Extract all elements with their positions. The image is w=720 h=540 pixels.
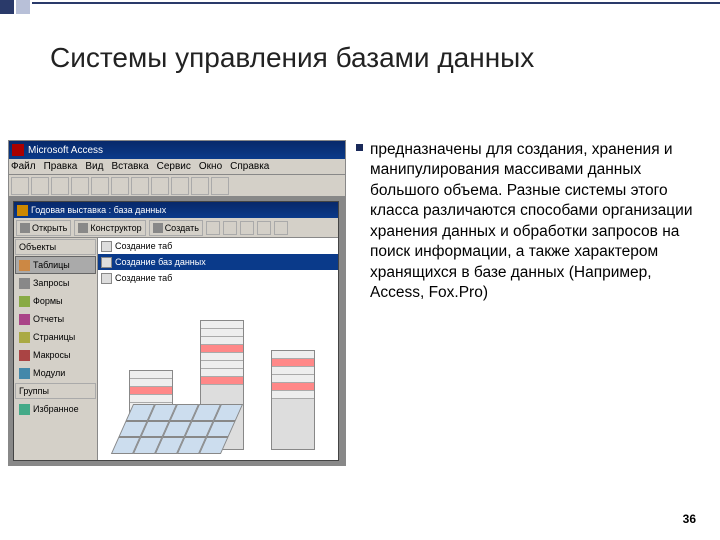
design-button[interactable]: Конструктор xyxy=(74,220,145,236)
objects-header: Объекты xyxy=(15,239,96,255)
slide-body-text: предназначены для создания, хранения и м… xyxy=(370,140,700,304)
toolbar-button[interactable] xyxy=(171,177,189,195)
favorites-icon xyxy=(19,404,30,415)
menu-tools[interactable]: Сервис xyxy=(157,161,191,172)
menu-insert[interactable]: Вставка xyxy=(111,161,148,172)
access-screenshot: Microsoft Access Файл Правка Вид Вставка… xyxy=(8,140,346,466)
delete-button[interactable] xyxy=(206,221,220,235)
sidebar-item-pages[interactable]: Страницы xyxy=(15,328,96,346)
database-window: Годовая выставка : база данных Открыть К… xyxy=(13,201,339,461)
sidebar-item-tables[interactable]: Таблицы xyxy=(15,256,96,274)
wizard-icon xyxy=(101,241,112,252)
db-toolbar[interactable]: Открыть Конструктор Создать xyxy=(14,218,338,238)
page-number: 36 xyxy=(683,512,696,526)
sidebar-item-queries[interactable]: Запросы xyxy=(15,274,96,292)
data-grid-illustration xyxy=(111,404,243,454)
reports-icon xyxy=(19,314,30,325)
view-large-icon[interactable] xyxy=(223,221,237,235)
menu-window[interactable]: Окно xyxy=(199,161,222,172)
toolbar-button[interactable] xyxy=(191,177,209,195)
bullet-icon xyxy=(356,144,363,151)
toolbar-button[interactable] xyxy=(151,177,169,195)
sidebar-item-modules[interactable]: Модули xyxy=(15,364,96,382)
main-toolbar[interactable] xyxy=(9,175,345,197)
toolbar-button[interactable] xyxy=(211,177,229,195)
access-key-icon xyxy=(12,144,24,156)
db-content-pane: Создание таб Создание баз данных Создани… xyxy=(98,238,338,460)
sidebar-item-macros[interactable]: Макросы xyxy=(15,346,96,364)
create-icon xyxy=(153,223,163,233)
forms-icon xyxy=(19,296,30,307)
view-list-icon[interactable] xyxy=(257,221,271,235)
menu-edit[interactable]: Правка xyxy=(44,161,78,172)
toolbar-button[interactable] xyxy=(111,177,129,195)
illustration-overlay xyxy=(112,286,332,454)
menu-file[interactable]: Файл xyxy=(11,161,36,172)
open-button[interactable]: Открыть xyxy=(16,220,71,236)
slide-accent-bar xyxy=(0,0,720,14)
create-button[interactable]: Создать xyxy=(149,220,203,236)
db-icon xyxy=(17,205,28,216)
objects-sidebar: Объекты Таблицы Запросы Формы Отчеты Стр… xyxy=(14,238,98,460)
db-window-title: Годовая выставка : база данных xyxy=(31,205,166,215)
menu-bar[interactable]: Файл Правка Вид Вставка Сервис Окно Спра… xyxy=(9,159,345,175)
toolbar-button[interactable] xyxy=(31,177,49,195)
toolbar-button[interactable] xyxy=(51,177,69,195)
open-icon xyxy=(20,223,30,233)
toolbar-button[interactable] xyxy=(11,177,29,195)
toolbar-button[interactable] xyxy=(91,177,109,195)
app-titlebar: Microsoft Access xyxy=(9,141,345,159)
list-item[interactable]: Создание баз данных xyxy=(98,254,338,270)
sidebar-item-reports[interactable]: Отчеты xyxy=(15,310,96,328)
toolbar-button[interactable] xyxy=(131,177,149,195)
toolbar-button[interactable] xyxy=(71,177,89,195)
pages-icon xyxy=(19,332,30,343)
sidebar-item-forms[interactable]: Формы xyxy=(15,292,96,310)
wizard-icon xyxy=(101,273,112,284)
groups-header: Группы xyxy=(15,383,96,399)
wizard-icon xyxy=(101,257,112,268)
view-details-icon[interactable] xyxy=(274,221,288,235)
list-item[interactable]: Создание таб xyxy=(98,238,338,254)
modules-icon xyxy=(19,368,30,379)
menu-view[interactable]: Вид xyxy=(85,161,103,172)
queries-icon xyxy=(19,278,30,289)
slide-title: Системы управления базами данных xyxy=(50,42,534,74)
macros-icon xyxy=(19,350,30,361)
sidebar-item-favorites[interactable]: Избранное xyxy=(15,400,96,418)
app-title: Microsoft Access xyxy=(28,145,103,156)
mdi-workarea: Годовая выставка : база данных Открыть К… xyxy=(9,197,345,465)
tables-icon xyxy=(19,260,30,271)
list-item[interactable]: Создание таб xyxy=(98,270,338,286)
view-small-icon[interactable] xyxy=(240,221,254,235)
design-icon xyxy=(78,223,88,233)
db-window-titlebar: Годовая выставка : база данных xyxy=(14,202,338,218)
menu-help[interactable]: Справка xyxy=(230,161,269,172)
